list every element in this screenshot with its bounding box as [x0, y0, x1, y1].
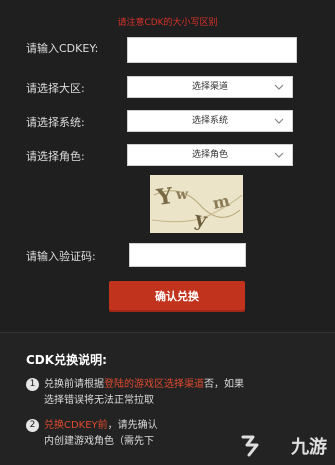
section-divider — [0, 332, 335, 333]
system-select[interactable]: 选择系统 — [127, 110, 293, 132]
role-select-value: 选择角色 — [191, 150, 228, 160]
confirm-redeem-button[interactable]: 确认兑换 — [109, 281, 245, 312]
svg-text:y: y — [192, 206, 210, 232]
instruction-text: 兑换前请根据 — [44, 379, 104, 390]
instructions-title: CDK兑换说明: — [26, 353, 107, 367]
system-label: 请选择系统: — [26, 116, 85, 129]
chevron-down-icon — [274, 118, 284, 124]
instruction-highlight: 兑换CDKEY前 — [44, 420, 108, 431]
role-label: 请选择角色: — [26, 150, 85, 163]
svg-text:w: w — [175, 187, 189, 203]
jiuyou-logo-icon — [241, 435, 259, 457]
captcha-glyphs: Y w y m — [151, 183, 243, 232]
instruction-text: ，请先确认 — [107, 420, 158, 431]
svg-text:m: m — [211, 191, 232, 213]
captcha-image[interactable]: Y w y m — [150, 175, 243, 233]
step-number-2: 2 — [26, 419, 39, 432]
system-select-value: 选择系统 — [191, 116, 228, 126]
step-number-1: 1 — [26, 378, 39, 391]
chevron-down-icon — [274, 152, 284, 158]
svg-text:Y: Y — [154, 183, 174, 211]
verify-code-input[interactable] — [129, 243, 246, 267]
chevron-down-icon — [274, 84, 284, 90]
role-select[interactable]: 选择角色 — [127, 144, 293, 166]
instruction-text: 否，如果 — [204, 379, 244, 390]
instruction-text: 内创建游戏角色（需先下 — [44, 436, 154, 447]
case-sensitivity-notice: 请注意CDK的大小写区别 — [117, 18, 218, 28]
watermark-logo: 九游 — [291, 437, 327, 458]
instruction-item-2: 2 兑换CDKEY前，请先确认 内创建游戏角色（需先下 — [26, 418, 326, 450]
instruction-text: 选择错误将无法正常拉取 — [44, 395, 154, 406]
region-select-value: 选择渠道 — [191, 82, 228, 92]
cdkey-label: 请输入CDKEY: — [26, 42, 99, 55]
instruction-item-1: 1 兑换前请根据登陆的游戏区选择渠道否，如果 选择错误将无法正常拉取 — [26, 377, 326, 409]
region-label: 请选择大区: — [26, 82, 85, 95]
cdkey-input[interactable] — [127, 37, 297, 63]
region-select[interactable]: 选择渠道 — [127, 76, 293, 98]
verify-code-label: 请输入验证码: — [26, 250, 96, 263]
instruction-highlight: 登陆的游戏区选择渠道 — [104, 379, 204, 390]
